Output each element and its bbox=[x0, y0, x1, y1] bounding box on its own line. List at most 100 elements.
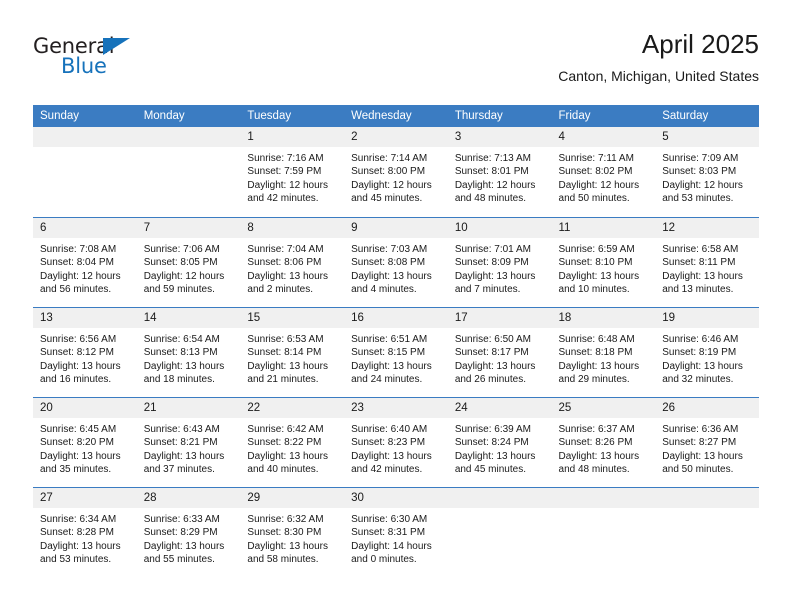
calendar-day-cell[interactable]: 9 Sunrise: 7:03 AM Sunset: 8:08 PM Daylight… bbox=[344, 217, 448, 307]
day-sunrise-text: Sunrise: 6:48 AM bbox=[558, 334, 635, 345]
day-daylight-1-text: Daylight: 13 hours bbox=[662, 450, 743, 462]
day-sunset-text: Sunset: 8:10 PM bbox=[558, 257, 633, 269]
day-daylight-2-text: and 16 minutes. bbox=[40, 373, 112, 385]
day-sunrise-text: Sunrise: 7:09 AM bbox=[662, 153, 739, 164]
day-sun-info: Sunrise: 7:04 AM Sunset: 8:06 PM Daylight:… bbox=[240, 238, 344, 296]
day-daylight-2-text: and 37 minutes. bbox=[143, 463, 215, 475]
day-daylight-1-text: Daylight: 13 hours bbox=[40, 540, 121, 552]
calendar-day-cell[interactable]: 24 Sunrise: 6:39 AM Sunset: 8:24 PM Dayligh… bbox=[447, 397, 552, 487]
day-sun-info: Sunrise: 6:30 AM Sunset: 8:31 PM Daylight:… bbox=[344, 508, 448, 566]
day-cell-inner bbox=[447, 487, 552, 577]
calendar-day-cell[interactable]: 7 Sunrise: 7:06 AM Sunset: 8:05 PM Daylight… bbox=[136, 217, 241, 307]
weekday-header-thursday: Thursday bbox=[447, 105, 552, 127]
day-sunrise-text: Sunrise: 7:14 AM bbox=[351, 153, 428, 164]
day-number: 4 bbox=[551, 127, 656, 147]
calendar-day-cell[interactable]: 15 Sunrise: 6:53 AM Sunset: 8:14 PM Dayligh… bbox=[240, 307, 345, 397]
day-sunset-text: Sunset: 8:13 PM bbox=[143, 347, 218, 359]
calendar-day-cell[interactable]: 21 Sunrise: 6:43 AM Sunset: 8:21 PM Dayligh… bbox=[136, 397, 241, 487]
day-cell-inner: 25 Sunrise: 6:37 AM Sunset: 8:26 PM Dayligh… bbox=[551, 397, 656, 487]
calendar-week-row: 1 Sunrise: 7:16 AM Sunset: 7:59 PM Daylight… bbox=[33, 127, 759, 217]
calendar-day-cell[interactable]: 10 Sunrise: 7:01 AM Sunset: 8:09 PM Dayligh… bbox=[447, 217, 552, 307]
calendar-day-cell[interactable]: 26 Sunrise: 6:36 AM Sunset: 8:27 PM Dayligh… bbox=[655, 397, 759, 487]
day-sunrise-text: Sunrise: 6:40 AM bbox=[351, 424, 428, 435]
day-daylight-1-text: Daylight: 13 hours bbox=[351, 450, 432, 462]
calendar-day-cell[interactable]: 11 Sunrise: 6:59 AM Sunset: 8:10 PM Dayligh… bbox=[551, 217, 656, 307]
calendar-day-cell[interactable] bbox=[655, 487, 759, 577]
day-number: 21 bbox=[136, 398, 241, 418]
day-sun-info: Sunrise: 6:51 AM Sunset: 8:15 PM Daylight:… bbox=[344, 328, 448, 386]
day-number: 29 bbox=[240, 488, 345, 508]
calendar-week-row: 27 Sunrise: 6:34 AM Sunset: 8:28 PM Dayligh… bbox=[33, 487, 759, 577]
calendar-day-cell[interactable] bbox=[136, 127, 241, 217]
day-cell-inner: 19 Sunrise: 6:46 AM Sunset: 8:19 PM Dayligh… bbox=[655, 307, 759, 397]
calendar-day-cell[interactable] bbox=[447, 487, 552, 577]
calendar-day-cell[interactable]: 14 Sunrise: 6:54 AM Sunset: 8:13 PM Dayligh… bbox=[136, 307, 241, 397]
day-sunset-text: Sunset: 8:21 PM bbox=[143, 437, 218, 449]
day-daylight-1-text: Daylight: 13 hours bbox=[143, 450, 225, 462]
calendar-day-cell[interactable]: 8 Sunrise: 7:04 AM Sunset: 8:06 PM Daylight… bbox=[240, 217, 345, 307]
calendar-day-cell[interactable]: 25 Sunrise: 6:37 AM Sunset: 8:26 PM Dayligh… bbox=[551, 397, 656, 487]
day-sunrise-text: Sunrise: 7:03 AM bbox=[351, 244, 428, 255]
day-cell-inner: 10 Sunrise: 7:01 AM Sunset: 8:09 PM Dayligh… bbox=[447, 217, 552, 307]
day-sun-info: Sunrise: 6:34 AM Sunset: 8:28 PM Daylight:… bbox=[33, 508, 137, 566]
day-daylight-2-text: and 50 minutes. bbox=[558, 192, 630, 204]
calendar-day-cell[interactable]: 13 Sunrise: 6:56 AM Sunset: 8:12 PM Dayligh… bbox=[33, 307, 137, 397]
day-cell-inner: 6 Sunrise: 7:08 AM Sunset: 8:04 PM Daylight… bbox=[33, 217, 137, 307]
day-daylight-2-text: and 35 minutes. bbox=[40, 463, 112, 475]
day-sunset-text: Sunset: 8:17 PM bbox=[454, 347, 529, 359]
brand-logo[interactable]: General Blue bbox=[33, 34, 233, 90]
day-sun-info: Sunrise: 6:42 AM Sunset: 8:22 PM Daylight:… bbox=[240, 418, 344, 476]
day-sun-info: Sunrise: 6:43 AM Sunset: 8:21 PM Daylight:… bbox=[137, 418, 241, 476]
calendar-day-cell[interactable]: 16 Sunrise: 6:51 AM Sunset: 8:15 PM Dayligh… bbox=[344, 307, 448, 397]
day-sun-info bbox=[655, 508, 759, 513]
day-daylight-1-text: Daylight: 13 hours bbox=[351, 270, 432, 282]
day-number: 1 bbox=[240, 127, 345, 147]
day-cell-inner: 26 Sunrise: 6:36 AM Sunset: 8:27 PM Dayligh… bbox=[655, 397, 759, 487]
day-sunrise-text: Sunrise: 6:56 AM bbox=[40, 334, 117, 345]
calendar-day-cell[interactable]: 30 Sunrise: 6:30 AM Sunset: 8:31 PM Dayligh… bbox=[344, 487, 448, 577]
calendar-day-cell[interactable]: 6 Sunrise: 7:08 AM Sunset: 8:04 PM Daylight… bbox=[33, 217, 137, 307]
day-sun-info: Sunrise: 6:36 AM Sunset: 8:27 PM Daylight:… bbox=[655, 418, 759, 476]
day-number bbox=[655, 488, 759, 508]
calendar-day-cell[interactable]: 22 Sunrise: 6:42 AM Sunset: 8:22 PM Dayligh… bbox=[240, 397, 345, 487]
day-number: 11 bbox=[551, 218, 656, 238]
calendar-page: General Blue April 2025 Canton, Michigan… bbox=[0, 0, 792, 612]
day-daylight-2-text: and 53 minutes. bbox=[662, 192, 734, 204]
weekday-header-friday: Friday bbox=[551, 105, 656, 127]
calendar-day-cell[interactable]: 18 Sunrise: 6:48 AM Sunset: 8:18 PM Dayligh… bbox=[551, 307, 656, 397]
day-daylight-2-text: and 21 minutes. bbox=[247, 373, 319, 385]
calendar-day-cell[interactable]: 29 Sunrise: 6:32 AM Sunset: 8:30 PM Dayligh… bbox=[240, 487, 345, 577]
day-cell-inner: 4 Sunrise: 7:11 AM Sunset: 8:02 PM Daylight… bbox=[551, 127, 656, 217]
day-daylight-1-text: Daylight: 13 hours bbox=[40, 450, 121, 462]
calendar-day-cell[interactable]: 12 Sunrise: 6:58 AM Sunset: 8:11 PM Dayligh… bbox=[655, 217, 759, 307]
day-sun-info bbox=[552, 508, 656, 513]
day-daylight-2-text: and 24 minutes. bbox=[351, 373, 423, 385]
day-daylight-1-text: Daylight: 13 hours bbox=[247, 450, 329, 462]
day-cell-inner: 7 Sunrise: 7:06 AM Sunset: 8:05 PM Daylight… bbox=[136, 217, 241, 307]
day-daylight-1-text: Daylight: 12 hours bbox=[454, 179, 536, 191]
calendar-day-cell[interactable]: 4 Sunrise: 7:11 AM Sunset: 8:02 PM Daylight… bbox=[551, 127, 656, 217]
calendar-day-cell[interactable] bbox=[551, 487, 656, 577]
calendar-day-cell[interactable]: 28 Sunrise: 6:33 AM Sunset: 8:29 PM Dayligh… bbox=[136, 487, 241, 577]
calendar-day-cell[interactable]: 17 Sunrise: 6:50 AM Sunset: 8:17 PM Dayligh… bbox=[447, 307, 552, 397]
day-cell-inner bbox=[551, 487, 656, 577]
calendar-day-cell[interactable]: 5 Sunrise: 7:09 AM Sunset: 8:03 PM Daylight… bbox=[655, 127, 759, 217]
day-daylight-2-text: and 58 minutes. bbox=[247, 553, 319, 565]
day-cell-inner: 18 Sunrise: 6:48 AM Sunset: 8:18 PM Dayligh… bbox=[551, 307, 656, 397]
day-daylight-1-text: Daylight: 13 hours bbox=[143, 360, 225, 372]
calendar-day-cell[interactable]: 27 Sunrise: 6:34 AM Sunset: 8:28 PM Dayligh… bbox=[33, 487, 137, 577]
day-daylight-1-text: Daylight: 13 hours bbox=[247, 360, 329, 372]
day-sunset-text: Sunset: 7:59 PM bbox=[247, 166, 322, 178]
day-cell-inner: 3 Sunrise: 7:13 AM Sunset: 8:01 PM Daylight… bbox=[447, 127, 552, 217]
day-number: 17 bbox=[447, 308, 552, 328]
calendar-day-cell[interactable]: 19 Sunrise: 6:46 AM Sunset: 8:19 PM Dayligh… bbox=[655, 307, 759, 397]
day-cell-inner: 22 Sunrise: 6:42 AM Sunset: 8:22 PM Dayligh… bbox=[240, 397, 345, 487]
calendar-day-cell[interactable]: 2 Sunrise: 7:14 AM Sunset: 8:00 PM Daylight… bbox=[344, 127, 448, 217]
calendar-day-cell[interactable] bbox=[33, 127, 137, 217]
calendar-day-cell[interactable]: 1 Sunrise: 7:16 AM Sunset: 7:59 PM Daylight… bbox=[240, 127, 345, 217]
day-number: 18 bbox=[551, 308, 656, 328]
calendar-day-cell[interactable]: 23 Sunrise: 6:40 AM Sunset: 8:23 PM Dayligh… bbox=[344, 397, 448, 487]
calendar-day-cell[interactable]: 3 Sunrise: 7:13 AM Sunset: 8:01 PM Daylight… bbox=[447, 127, 552, 217]
day-daylight-2-text: and 26 minutes. bbox=[454, 373, 526, 385]
calendar-day-cell[interactable]: 20 Sunrise: 6:45 AM Sunset: 8:20 PM Dayligh… bbox=[33, 397, 137, 487]
